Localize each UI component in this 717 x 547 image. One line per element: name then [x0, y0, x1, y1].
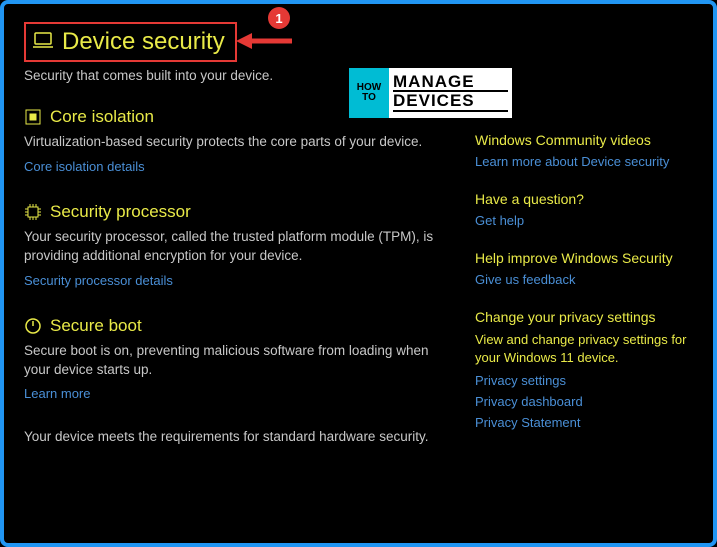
security-processor-section: Security processor Your security process… [24, 202, 455, 290]
core-isolation-icon [24, 108, 42, 126]
side-heading: Change your privacy settings [475, 309, 695, 325]
core-isolation-details-link[interactable]: Core isolation details [24, 159, 145, 174]
side-heading: Help improve Windows Security [475, 250, 695, 266]
privacy-settings-link[interactable]: Privacy settings [475, 373, 695, 388]
community-videos-group: Windows Community videos Learn more abou… [475, 132, 695, 169]
security-processor-details-link[interactable]: Security processor details [24, 273, 173, 288]
section-title: Secure boot [50, 316, 142, 336]
logo-text: TO [362, 93, 376, 103]
section-description: Virtualization-based security protects t… [24, 133, 455, 152]
section-description: Your security processor, called the trus… [24, 228, 455, 266]
get-help-link[interactable]: Get help [475, 213, 695, 228]
annotation-badge: 1 [268, 7, 290, 29]
section-description: Secure boot is on, preventing malicious … [24, 342, 455, 380]
section-title: Security processor [50, 202, 191, 222]
improve-security-group: Help improve Windows Security Give us fe… [475, 250, 695, 287]
security-processor-icon [24, 203, 42, 221]
secure-boot-section: Secure boot Secure boot is on, preventin… [24, 316, 455, 404]
side-heading: Windows Community videos [475, 132, 695, 148]
security-status-message: Your device meets the requirements for s… [24, 429, 455, 444]
learn-device-security-link[interactable]: Learn more about Device security [475, 154, 695, 169]
logo-text: DEVICES [393, 90, 508, 112]
secure-boot-icon [24, 317, 42, 335]
secure-boot-learn-more-link[interactable]: Learn more [24, 386, 90, 401]
device-security-icon [32, 31, 54, 54]
howto-manage-devices-logo: HOW TO MANAGE DEVICES [349, 68, 512, 118]
section-title: Core isolation [50, 107, 154, 127]
give-feedback-link[interactable]: Give us feedback [475, 272, 695, 287]
privacy-description: View and change privacy settings for you… [475, 331, 695, 367]
annotation-arrow-icon [234, 30, 294, 52]
privacy-settings-group: Change your privacy settings View and ch… [475, 309, 695, 430]
page-title: Device security [62, 28, 225, 56]
page-header: Device security [24, 22, 237, 62]
privacy-dashboard-link[interactable]: Privacy dashboard [475, 394, 695, 409]
have-question-group: Have a question? Get help [475, 191, 695, 228]
privacy-statement-link[interactable]: Privacy Statement [475, 415, 695, 430]
logo-text: MANAGE [393, 74, 508, 90]
side-heading: Have a question? [475, 191, 695, 207]
